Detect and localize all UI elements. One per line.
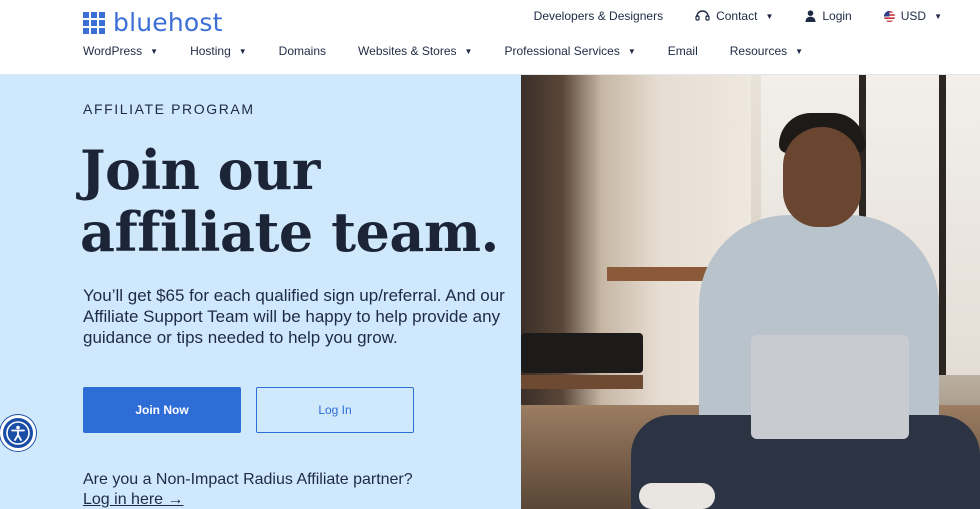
partner-question: Are you a Non-Impact Radius Affiliate pa… [83, 471, 413, 488]
chevron-down-icon: ▼ [627, 46, 636, 56]
join-now-button[interactable]: Join Now [83, 387, 241, 433]
contact-dropdown[interactable]: Contact ▼ [695, 9, 773, 23]
nav-item-domains[interactable]: Domains [279, 44, 326, 58]
accessibility-button[interactable] [0, 415, 36, 451]
headset-icon [695, 10, 710, 21]
chevron-down-icon: ▼ [238, 46, 247, 56]
nav-item-resources[interactable]: Resources ▼ [730, 44, 803, 58]
user-icon [805, 10, 816, 22]
hero-section: AFFILIATE PROGRAM Join our affiliate tea… [0, 75, 521, 509]
accessibility-icon [6, 421, 30, 445]
grid-logo-icon [83, 11, 105, 34]
us-flag-icon [883, 10, 895, 22]
nav-item-wordpress[interactable]: WordPress ▼ [83, 44, 158, 58]
nav-item-label: Email [667, 44, 698, 58]
hero-photo-man-with-laptop [521, 75, 980, 509]
nav-item-professional-services[interactable]: Professional Services ▼ [504, 44, 635, 58]
hero-eyebrow: AFFILIATE PROGRAM [83, 101, 255, 117]
developers-designers-link[interactable]: Developers & Designers [534, 9, 663, 23]
chevron-down-icon: ▼ [464, 46, 473, 56]
nav-item-label: Domains [278, 44, 327, 58]
chevron-down-icon: ▼ [150, 46, 159, 56]
contact-label: Contact [716, 9, 758, 23]
developers-designers-label: Developers & Designers [533, 9, 664, 23]
log-in-button[interactable]: Log In [256, 387, 414, 433]
logo-text: bluehost [113, 8, 223, 37]
login-label: Login [822, 9, 852, 23]
chevron-down-icon: ▼ [934, 11, 942, 21]
chevron-down-icon: ▼ [795, 46, 804, 56]
chevron-down-icon: ▼ [765, 11, 774, 21]
nav-item-label: Professional Services [504, 44, 620, 58]
top-utility-nav: Developers & Designers Contact ▼ Login U… [534, 9, 942, 23]
nav-item-websites-stores[interactable]: Websites & Stores ▼ [358, 44, 472, 58]
nav-item-label: Resources [729, 44, 788, 58]
currency-label: USD [900, 9, 927, 23]
partner-login-link[interactable]: Log in here → [83, 491, 184, 509]
nav-item-hosting[interactable]: Hosting ▼ [190, 44, 247, 58]
nav-item-label: Websites & Stores [358, 44, 457, 58]
login-link[interactable]: Login [805, 9, 852, 23]
site-header: bluehost Developers & Designers Contact … [0, 0, 980, 75]
nav-item-label: Hosting [190, 44, 231, 58]
bluehost-logo[interactable]: bluehost [83, 8, 223, 37]
hero-description: You’ll get $65 for each qualified sign u… [83, 286, 505, 347]
main-nav: WordPress ▼ Hosting ▼ Domains Websites &… [83, 44, 803, 58]
hero-headline: Join our affiliate team. [80, 138, 499, 264]
currency-selector[interactable]: USD ▼ [883, 9, 942, 23]
nav-item-email[interactable]: Email [668, 44, 698, 58]
nav-item-label: WordPress [83, 44, 143, 58]
